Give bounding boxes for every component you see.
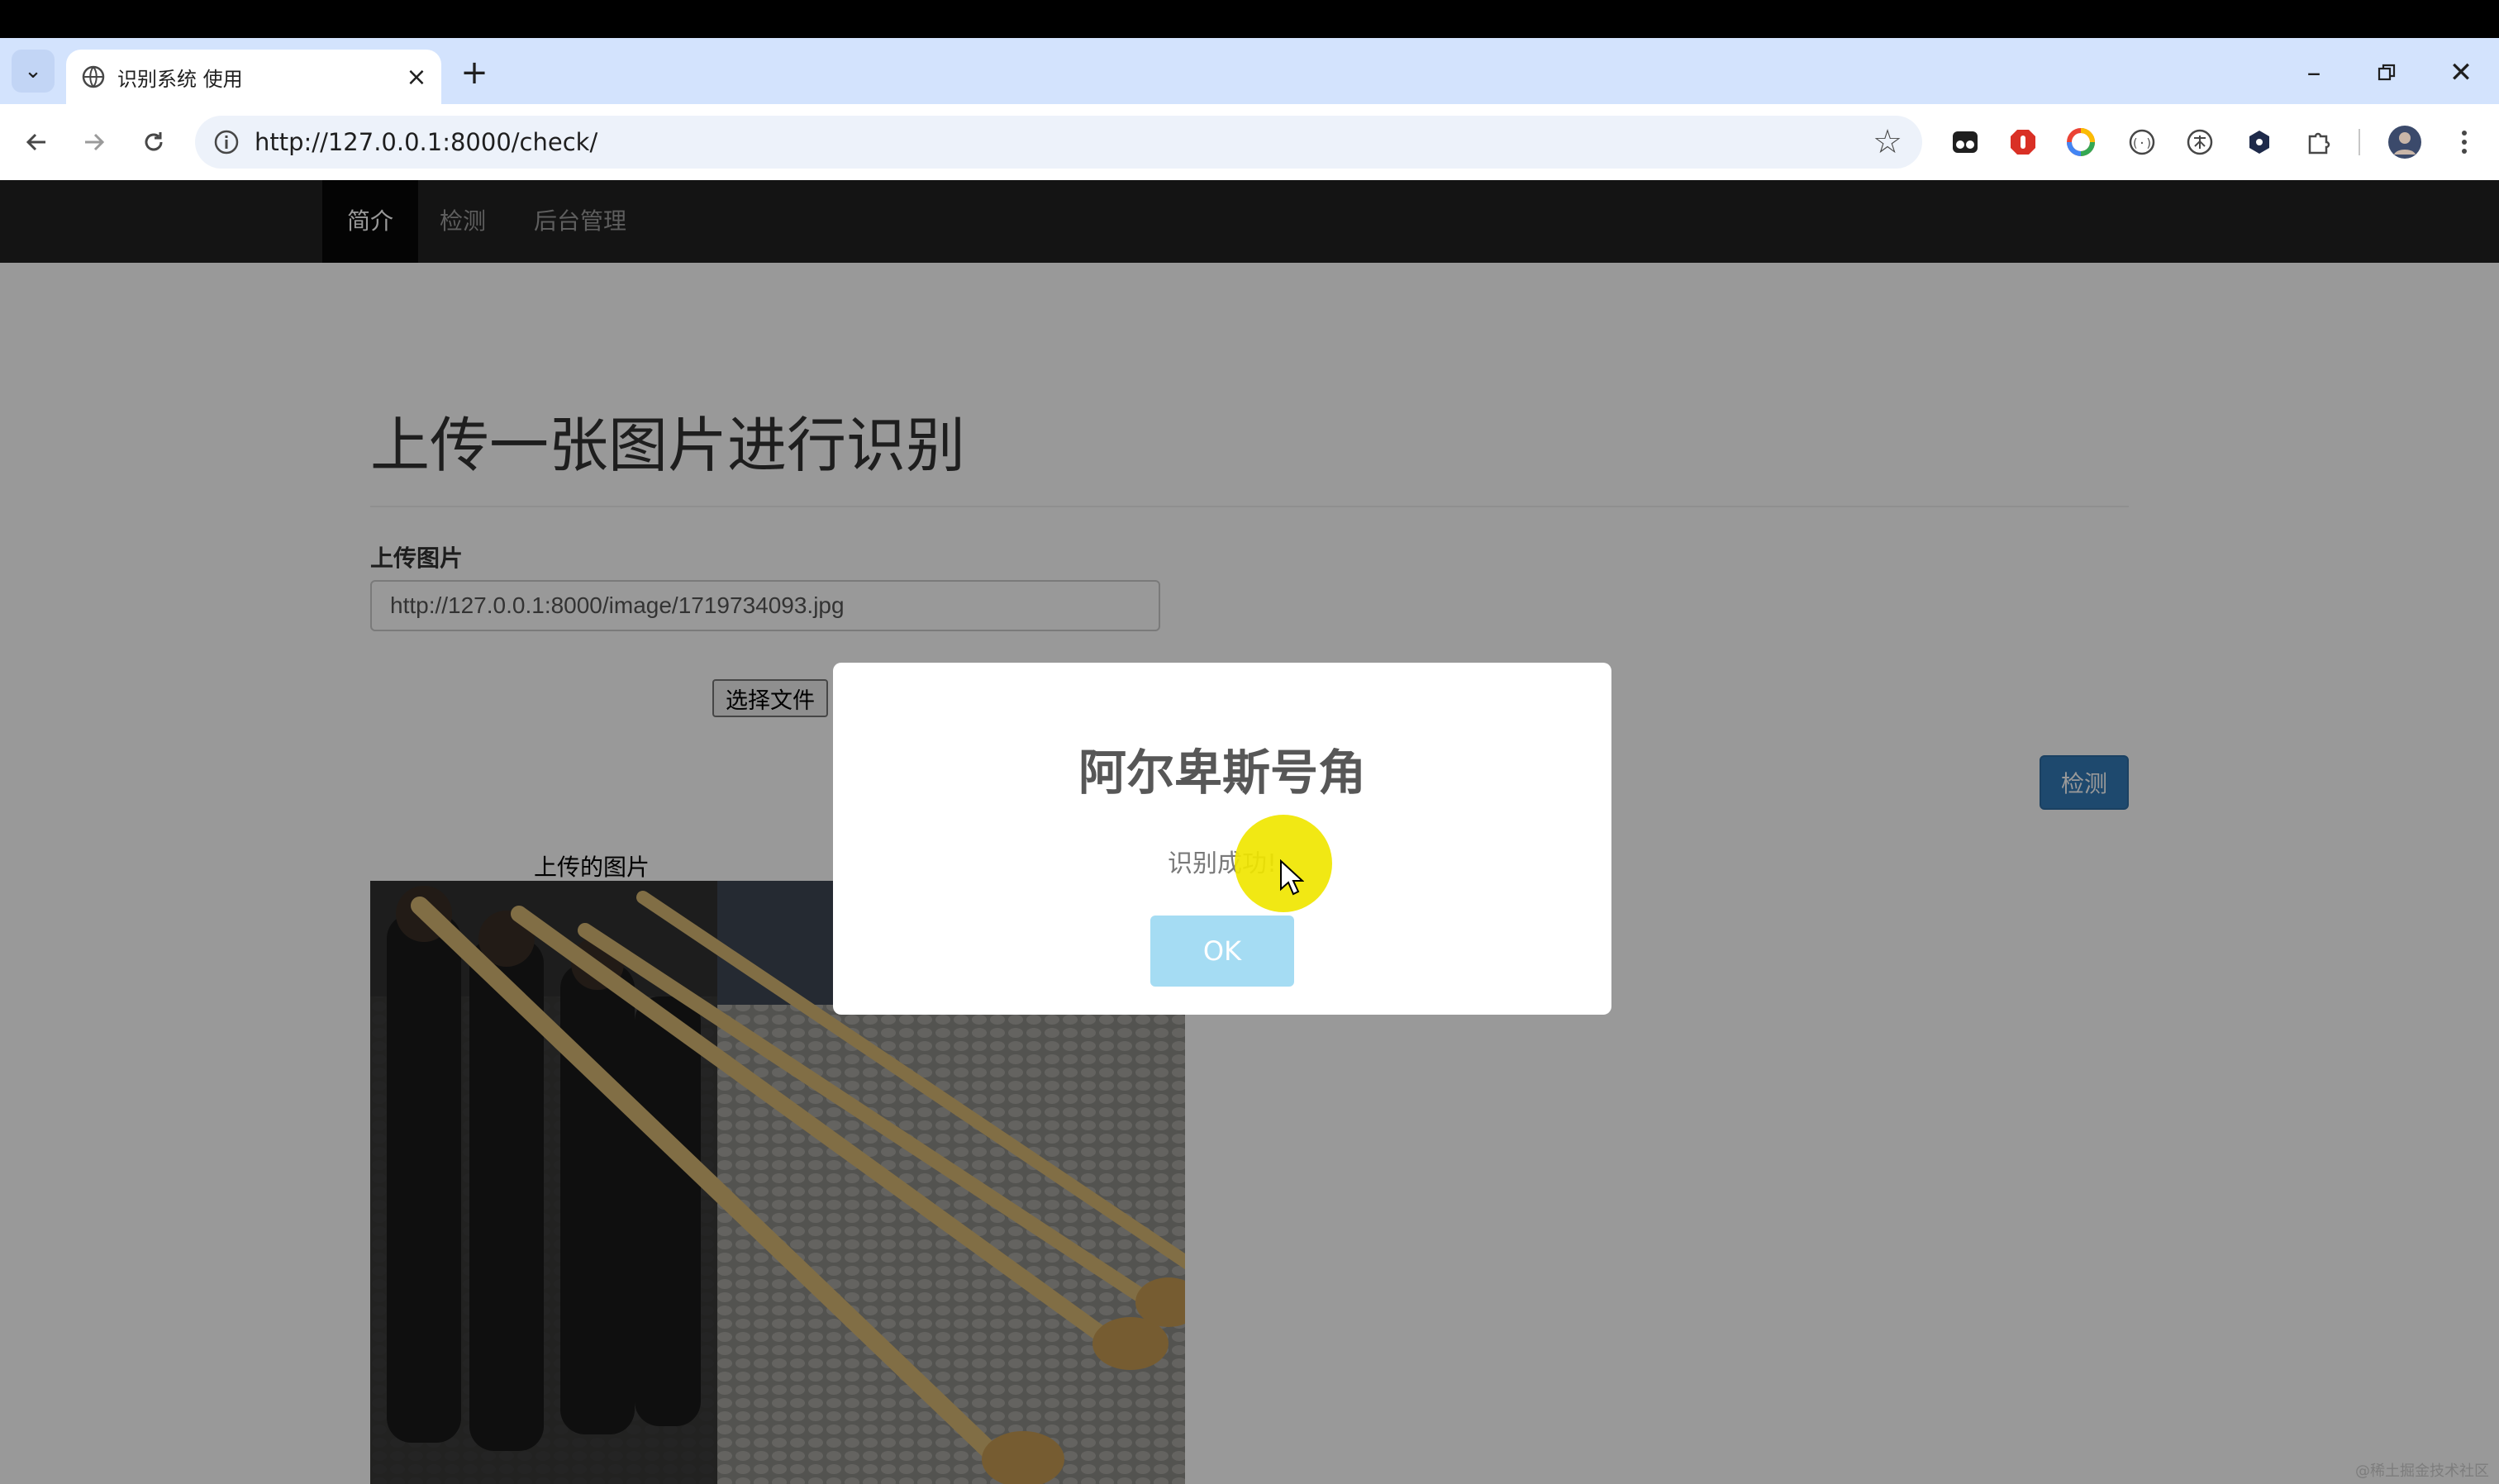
bookmark-star-icon[interactable]: ☆ (1873, 124, 1902, 160)
back-button[interactable] (15, 121, 58, 164)
dialog-message: 识别成功! (1167, 849, 1278, 878)
browser-toolbar: http://127.0.0.1:8000/check/ ☆ (·) (0, 104, 2499, 180)
profile-avatar[interactable] (2387, 124, 2423, 160)
restore-button[interactable] (2354, 51, 2420, 94)
tab-search-button[interactable]: ⌄ (12, 50, 55, 93)
new-tab-button[interactable]: + (453, 51, 496, 94)
site-info-icon[interactable] (212, 127, 241, 157)
browser-tab-active[interactable]: 识别系统 使用 × (66, 50, 441, 104)
extension-incognito-icon[interactable] (1949, 126, 1982, 159)
chevron-down-icon: ⌄ (24, 59, 42, 83)
forward-button[interactable] (73, 121, 116, 164)
mouse-pointer-icon (1279, 859, 1305, 899)
browser-menu-icon[interactable] (2448, 126, 2481, 159)
close-window-button[interactable]: ✕ (2428, 51, 2494, 94)
extension-code-icon[interactable]: (·) (2125, 126, 2159, 159)
extension-adblock-icon[interactable] (2006, 126, 2040, 159)
svg-text:(·): (·) (2131, 137, 2152, 150)
globe-icon (79, 63, 107, 91)
ok-button[interactable]: OK (1150, 916, 1294, 987)
extension-hex-icon[interactable] (2243, 126, 2276, 159)
result-dialog: 阿尔卑斯号角 识别成功! OK (833, 663, 1611, 1015)
reload-button[interactable] (132, 121, 175, 164)
extension-color-icon[interactable] (2064, 126, 2097, 159)
extension-translate-icon[interactable] (2183, 126, 2216, 159)
tab-title: 识别系统 使用 (117, 67, 243, 91)
toolbar-divider (2359, 129, 2360, 155)
minimize-button[interactable]: – (2281, 51, 2347, 94)
address-url: http://127.0.0.1:8000/check/ (255, 128, 598, 156)
screen-top-bar (0, 0, 2499, 38)
watermark: @稀土掘金技术社区 (2355, 1463, 2489, 1480)
extensions-puzzle-icon[interactable] (2302, 126, 2335, 159)
web-page: 简介 检测 后台管理 上传一张图片进行识别 上传图片 http://127.0.… (0, 180, 2499, 1484)
address-bar[interactable]: http://127.0.0.1:8000/check/ ☆ (195, 116, 1922, 169)
browser-tab-strip: ⌄ 识别系统 使用 × + – ✕ (0, 38, 2499, 104)
tab-close-icon[interactable]: × (400, 60, 433, 93)
dialog-title: 阿尔卑斯号角 (1078, 744, 1366, 801)
